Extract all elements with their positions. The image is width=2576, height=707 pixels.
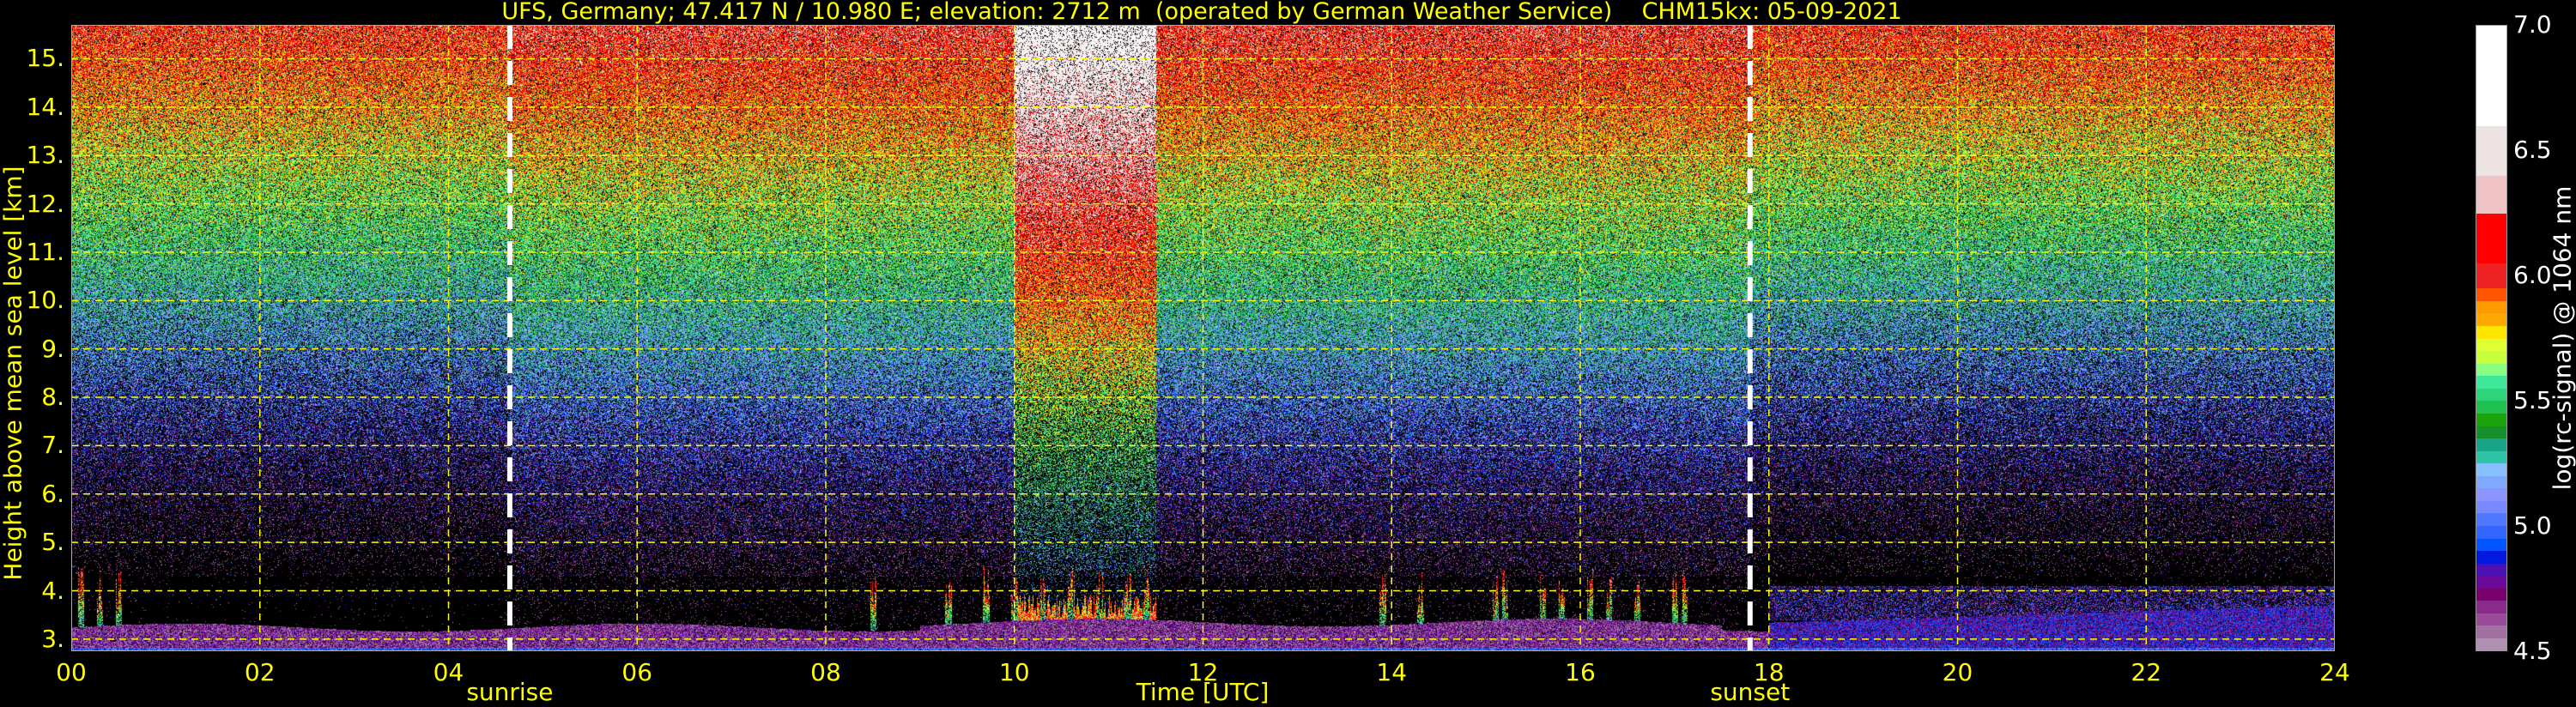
y-tick-label: 13.	[26, 141, 64, 170]
colorbar-tick-label: 7.0	[2513, 10, 2552, 39]
colorbar-segment	[2476, 588, 2506, 601]
colorbar-segment	[2476, 338, 2506, 352]
y-tick-label: 8.	[41, 383, 64, 412]
colorbar-segment	[2476, 638, 2506, 651]
colorbar-segment	[2476, 487, 2506, 501]
colorbar-segment	[2476, 400, 2506, 414]
colorbar-segment	[2476, 525, 2506, 539]
colorbar-tick-label: 4.5	[2513, 637, 2552, 665]
colorbar-tick-label: 6.0	[2513, 261, 2552, 289]
y-tick-label: 6.	[41, 479, 64, 508]
colorbar-segment	[2476, 125, 2506, 177]
x-tick-label: 10	[998, 658, 1030, 686]
colorbar-tick-label: 5.0	[2513, 511, 2552, 540]
colorbar-segment	[2476, 413, 2506, 426]
x-tick-label: 04	[433, 658, 464, 686]
x-tick-label: 14	[1376, 658, 1408, 686]
colorbar-segment	[2476, 563, 2506, 577]
colorbar	[2476, 25, 2507, 651]
x-tick-label: 20	[1942, 658, 1973, 686]
y-tick-label: 10.	[26, 286, 64, 315]
colorbar-segment	[2476, 462, 2506, 476]
colorbar-segment	[2476, 450, 2506, 464]
colorbar-segment	[2476, 438, 2506, 451]
colorbar-segment	[2476, 213, 2506, 264]
colorbar-segment	[2476, 312, 2506, 327]
grid-overlay	[71, 25, 2335, 651]
y-tick-label: 11.	[26, 237, 64, 266]
y-tick-label: 7.	[41, 431, 64, 460]
x-tick-label: 02	[244, 658, 276, 686]
x-tick-label: 16	[1565, 658, 1596, 686]
plot-area	[71, 25, 2335, 651]
sunset-label: sunset	[1710, 678, 1791, 706]
x-tick-label: 24	[2319, 658, 2350, 686]
chart-title: UFS, Germany; 47.417 N / 10.980 E; eleva…	[501, 0, 1902, 25]
colorbar-segment	[2476, 350, 2506, 364]
colorbar-segment	[2476, 613, 2506, 626]
colorbar-label: log(rc-signal) @ 1064 nm	[2548, 185, 2576, 491]
colorbar-segment	[2476, 512, 2506, 526]
colorbar-segment	[2476, 600, 2506, 613]
x-tick-label: 22	[2131, 658, 2162, 686]
colorbar-segment	[2476, 175, 2506, 214]
x-axis-label: Time [UTC]	[1136, 678, 1270, 706]
colorbar-segment	[2476, 550, 2506, 564]
y-tick-label: 5.	[41, 528, 64, 557]
y-tick-label: 12.	[26, 189, 64, 218]
colorbar-segment	[2476, 475, 2506, 489]
colorbar-tick-label: 6.5	[2513, 136, 2552, 164]
x-tick-label: 06	[621, 658, 653, 686]
colorbar-segment	[2476, 263, 2506, 289]
sunrise-label: sunrise	[466, 678, 554, 706]
colorbar-segment	[2476, 425, 2506, 439]
colorbar-segment	[2476, 625, 2506, 639]
colorbar-segment	[2476, 500, 2506, 514]
colorbar-segment	[2476, 287, 2506, 301]
colorbar-segment	[2476, 537, 2506, 552]
x-tick-label: 00	[56, 658, 87, 686]
colorbar-tick-label: 5.5	[2513, 386, 2552, 414]
colorbar-segment	[2476, 26, 2506, 127]
y-tick-label: 3.	[41, 624, 64, 653]
colorbar-segment	[2476, 575, 2506, 589]
colorbar-segment	[2476, 388, 2506, 402]
y-tick-label: 4.	[41, 576, 64, 605]
y-axis-label: Height above mean sea level [km]	[0, 166, 27, 581]
x-tick-label: 08	[810, 658, 841, 686]
y-tick-label: 14.	[26, 92, 64, 121]
colorbar-segment	[2476, 325, 2506, 339]
y-tick-label: 9.	[41, 334, 64, 363]
y-tick-label: 15.	[26, 44, 64, 73]
colorbar-segment	[2476, 300, 2506, 314]
colorbar-segment	[2476, 375, 2506, 389]
colorbar-segment	[2476, 363, 2506, 377]
